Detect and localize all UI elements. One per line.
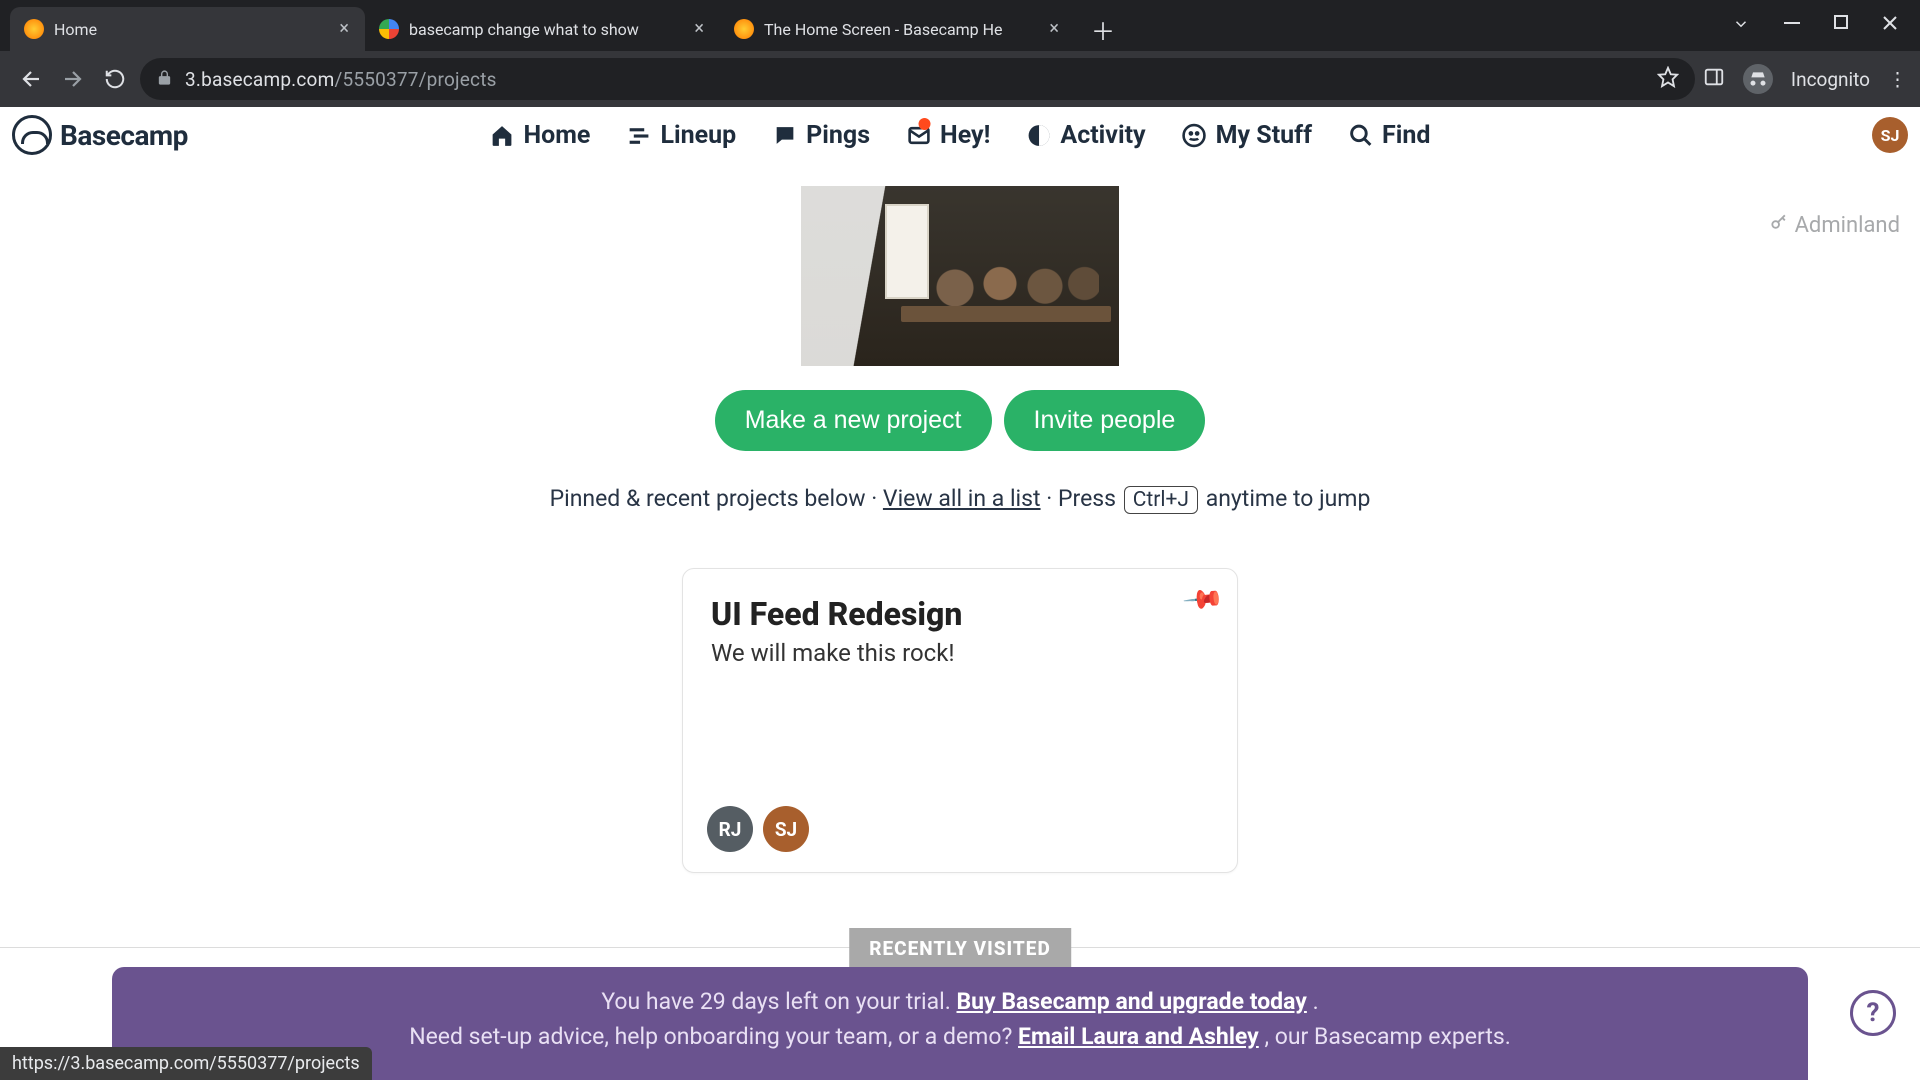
tab-title: Home <box>54 20 327 39</box>
project-card[interactable]: 📌 UI Feed Redesign We will make this roc… <box>682 568 1238 873</box>
url-host: 3.basecamp.com <box>185 68 334 91</box>
member-avatar[interactable]: RJ <box>707 806 753 852</box>
app-header: Basecamp Home Lineup Pings Hey! <box>0 107 1920 164</box>
tab-close-icon[interactable]: × <box>1047 20 1061 38</box>
chrome-menu-icon[interactable]: ⋮ <box>1888 68 1906 91</box>
search-icon <box>1348 123 1373 148</box>
window-minimize-icon[interactable] <box>1784 15 1800 33</box>
avatar-initials: SJ <box>1881 126 1900 145</box>
favicon-basecamp-icon <box>734 19 754 39</box>
browser-tab[interactable]: The Home Screen - Basecamp He × <box>720 7 1075 51</box>
basecamp-logo-icon <box>12 115 52 155</box>
favicon-google-icon <box>379 19 399 39</box>
member-avatar[interactable]: SJ <box>763 806 809 852</box>
upgrade-link[interactable]: Buy Basecamp and upgrade today <box>957 988 1307 1015</box>
notification-dot-icon <box>918 118 930 130</box>
nav-pings[interactable]: Pings <box>772 121 870 150</box>
home-icon <box>490 123 515 148</box>
adminland-link[interactable]: Adminland <box>1769 212 1900 238</box>
helper-suffix: anytime to jump <box>1206 485 1371 512</box>
window-maximize-icon[interactable] <box>1834 15 1848 33</box>
incognito-label: Incognito <box>1791 68 1870 91</box>
trial-text: . <box>1313 988 1319 1015</box>
status-bar: https://3.basecamp.com/5550377/projects <box>0 1047 372 1080</box>
tab-close-icon[interactable]: × <box>692 20 706 38</box>
nav-back-button[interactable] <box>14 62 48 96</box>
section-divider: RECENTLY VISITED <box>0 947 1920 948</box>
tab-title: basecamp change what to show <box>409 20 682 39</box>
basecamp-logo-text: Basecamp <box>60 119 188 152</box>
nav-label: Find <box>1382 121 1430 150</box>
new-tab-button[interactable]: ＋ <box>1085 11 1121 47</box>
lineup-icon <box>626 123 651 148</box>
favicon-basecamp-icon <box>24 19 44 39</box>
window-controls <box>1682 15 1920 51</box>
nav-mystuff[interactable]: My Stuff <box>1182 121 1312 150</box>
basecamp-logo[interactable]: Basecamp <box>12 115 188 155</box>
side-panel-icon[interactable] <box>1703 66 1725 93</box>
incognito-icon[interactable] <box>1743 64 1773 94</box>
pings-icon <box>772 123 797 148</box>
nav-label: Hey! <box>940 121 990 150</box>
avatar-initials: SJ <box>775 818 797 841</box>
window-close-icon[interactable] <box>1882 15 1898 33</box>
help-button[interactable]: ? <box>1850 990 1896 1036</box>
adminland-label: Adminland <box>1795 213 1900 238</box>
browser-tab-strip: Home × basecamp change what to show × Th… <box>0 0 1920 51</box>
nav-home[interactable]: Home <box>490 121 591 150</box>
url-path: /5550377/projects <box>334 68 496 91</box>
user-avatar[interactable]: SJ <box>1872 117 1908 153</box>
address-bar[interactable]: 3.basecamp.com/5550377/projects <box>140 58 1695 100</box>
hero-image <box>801 186 1119 366</box>
browser-toolbar: 3.basecamp.com/5550377/projects Incognit… <box>0 51 1920 107</box>
nav-label: Pings <box>806 121 870 150</box>
question-icon: ? <box>1867 998 1880 1028</box>
tab-search-icon[interactable] <box>1732 15 1750 33</box>
tab-list: Home × basecamp change what to show × Th… <box>10 7 1682 51</box>
project-members: RJ SJ <box>707 806 809 852</box>
browser-tab[interactable]: basecamp change what to show × <box>365 7 720 51</box>
nav-label: Home <box>524 121 591 150</box>
project-title: UI Feed Redesign <box>711 595 1209 633</box>
nav-activity[interactable]: Activity <box>1026 121 1145 150</box>
email-experts-link[interactable]: Email Laura and Ashley <box>1018 1023 1259 1050</box>
nav-forward-button <box>56 62 90 96</box>
cta-row: Make a new project Invite people <box>0 390 1920 451</box>
nav-find[interactable]: Find <box>1348 121 1430 150</box>
bookmark-star-icon[interactable] <box>1657 66 1679 92</box>
view-all-link[interactable]: View all in a list <box>883 485 1041 512</box>
make-new-project-button[interactable]: Make a new project <box>715 390 992 451</box>
helper-press: · Press <box>1046 485 1121 512</box>
main-nav: Home Lineup Pings Hey! Activity <box>490 121 1431 150</box>
activity-icon <box>1026 123 1051 148</box>
trial-text: Need set-up advice, help onboarding your… <box>409 1023 1018 1050</box>
page-content: Adminland Make a new project Invite peop… <box>0 164 1920 1080</box>
nav-label: Activity <box>1060 121 1145 150</box>
helper-prefix: Pinned & recent projects below · <box>550 485 883 512</box>
tab-close-icon[interactable]: × <box>337 20 351 38</box>
nav-label: Lineup <box>660 121 736 150</box>
trial-text: You have 29 days left on your trial. <box>601 988 956 1015</box>
helper-text: Pinned & recent projects below · View al… <box>0 485 1920 514</box>
tab-title: The Home Screen - Basecamp He <box>764 20 1037 39</box>
recently-visited-heading: RECENTLY VISITED <box>849 928 1071 969</box>
avatar-initials: RJ <box>719 818 742 841</box>
mystuff-icon <box>1182 123 1207 148</box>
key-icon <box>1769 212 1789 238</box>
address-bar-url: 3.basecamp.com/5550377/projects <box>185 68 1645 91</box>
status-url: https://3.basecamp.com/5550377/projects <box>12 1053 360 1074</box>
nav-hey[interactable]: Hey! <box>906 121 990 150</box>
nav-lineup[interactable]: Lineup <box>626 121 736 150</box>
nav-reload-button[interactable] <box>98 62 132 96</box>
kbd-shortcut: Ctrl+J <box>1124 486 1198 514</box>
trial-text: , our Basecamp experts. <box>1264 1023 1510 1050</box>
nav-label: My Stuff <box>1216 121 1312 150</box>
browser-tab-active[interactable]: Home × <box>10 7 365 51</box>
lock-icon <box>156 69 173 90</box>
hey-icon <box>906 123 931 148</box>
toolbar-right: Incognito ⋮ <box>1703 64 1906 94</box>
project-description: We will make this rock! <box>711 639 1209 667</box>
invite-people-button[interactable]: Invite people <box>1004 390 1206 451</box>
